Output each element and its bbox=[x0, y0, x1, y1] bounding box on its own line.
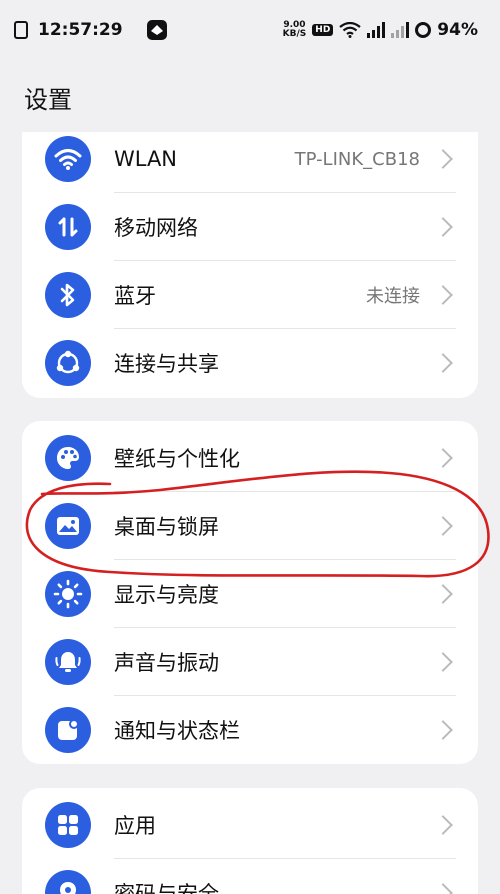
settings-item-bluetooth[interactable]: 蓝牙 未连接 bbox=[22, 261, 478, 329]
app-notification-icon bbox=[146, 20, 167, 40]
bell-icon bbox=[45, 639, 91, 685]
chevron-right-icon bbox=[433, 584, 453, 604]
location-icon bbox=[45, 870, 91, 894]
settings-item-value: 未连接 bbox=[366, 286, 420, 307]
settings-item-label: 壁纸与个性化 bbox=[114, 447, 240, 471]
chevron-right-icon bbox=[433, 516, 453, 536]
palette-icon bbox=[45, 435, 91, 481]
settings-item-label: 蓝牙 bbox=[114, 284, 156, 308]
apps-icon bbox=[45, 802, 91, 848]
settings-item-apps[interactable]: 应用 bbox=[22, 791, 478, 859]
settings-item-label: 应用 bbox=[114, 814, 156, 838]
settings-group-connectivity: WLAN TP-LINK_CB18 移动网络 蓝牙 未连接 连接与共享 bbox=[22, 132, 478, 398]
settings-item-label: WLAN bbox=[114, 147, 178, 171]
wifi-status-icon bbox=[339, 22, 361, 38]
status-time: 12:57:29 bbox=[38, 20, 123, 40]
bluetooth-icon bbox=[45, 272, 91, 318]
mobile-data-icon bbox=[45, 204, 91, 250]
settings-item-label: 桌面与锁屏 bbox=[114, 515, 219, 539]
chevron-right-icon bbox=[433, 353, 453, 373]
settings-group-personalization: 壁纸与个性化 桌面与锁屏 显示与亮度 声音与振动 通知与状态栏 bbox=[22, 421, 478, 764]
settings-item-wlan[interactable]: WLAN TP-LINK_CB18 bbox=[22, 132, 478, 193]
notification-indicator-icon bbox=[14, 21, 28, 39]
chevron-right-icon bbox=[433, 285, 453, 305]
settings-item-desktop-lockscreen[interactable]: 桌面与锁屏 bbox=[22, 492, 478, 560]
status-bar: 12:57:29 9.00 KB/S HD 94% bbox=[0, 0, 500, 60]
settings-item-display-brightness[interactable]: 显示与亮度 bbox=[22, 560, 478, 628]
chevron-right-icon bbox=[433, 448, 453, 468]
brightness-icon bbox=[45, 571, 91, 617]
settings-item-password-security[interactable]: 密码与安全 bbox=[22, 859, 478, 894]
chevron-right-icon bbox=[433, 883, 453, 894]
image-icon bbox=[45, 503, 91, 549]
chevron-right-icon bbox=[433, 149, 453, 169]
notification-icon bbox=[45, 707, 91, 753]
signal-4g-icon bbox=[367, 22, 386, 38]
settings-item-notifications[interactable]: 通知与状态栏 bbox=[22, 696, 478, 764]
net-speed-unit: KB/S bbox=[282, 29, 307, 39]
share-icon bbox=[45, 340, 91, 386]
settings-item-label: 声音与振动 bbox=[114, 651, 219, 675]
settings-item-wallpaper[interactable]: 壁纸与个性化 bbox=[22, 424, 478, 492]
page-title: 设置 bbox=[24, 86, 72, 114]
settings-group-apps-security: 应用 密码与安全 bbox=[22, 788, 478, 894]
chevron-right-icon bbox=[433, 720, 453, 740]
settings-item-label: 连接与共享 bbox=[114, 352, 219, 376]
settings-item-label: 密码与安全 bbox=[114, 882, 219, 894]
settings-item-value: TP-LINK_CB18 bbox=[294, 148, 420, 170]
settings-item-label: 显示与亮度 bbox=[114, 583, 219, 607]
settings-item-label: 移动网络 bbox=[114, 216, 198, 240]
chevron-right-icon bbox=[433, 815, 453, 835]
battery-level: 94% bbox=[437, 20, 478, 40]
chevron-right-icon bbox=[433, 652, 453, 672]
settings-item-mobile-network[interactable]: 移动网络 bbox=[22, 193, 478, 261]
settings-item-label: 通知与状态栏 bbox=[114, 719, 240, 743]
settings-item-connection-sharing[interactable]: 连接与共享 bbox=[22, 329, 478, 397]
hd-badge: HD bbox=[312, 24, 334, 36]
battery-icon bbox=[415, 22, 432, 38]
page-header: 设置 bbox=[0, 60, 500, 132]
chevron-right-icon bbox=[433, 217, 453, 237]
wifi-icon bbox=[45, 136, 91, 182]
settings-item-sound-vibration[interactable]: 声音与振动 bbox=[22, 628, 478, 696]
net-speed: 9.00 KB/S bbox=[283, 21, 307, 39]
signal-h-icon bbox=[391, 22, 410, 38]
